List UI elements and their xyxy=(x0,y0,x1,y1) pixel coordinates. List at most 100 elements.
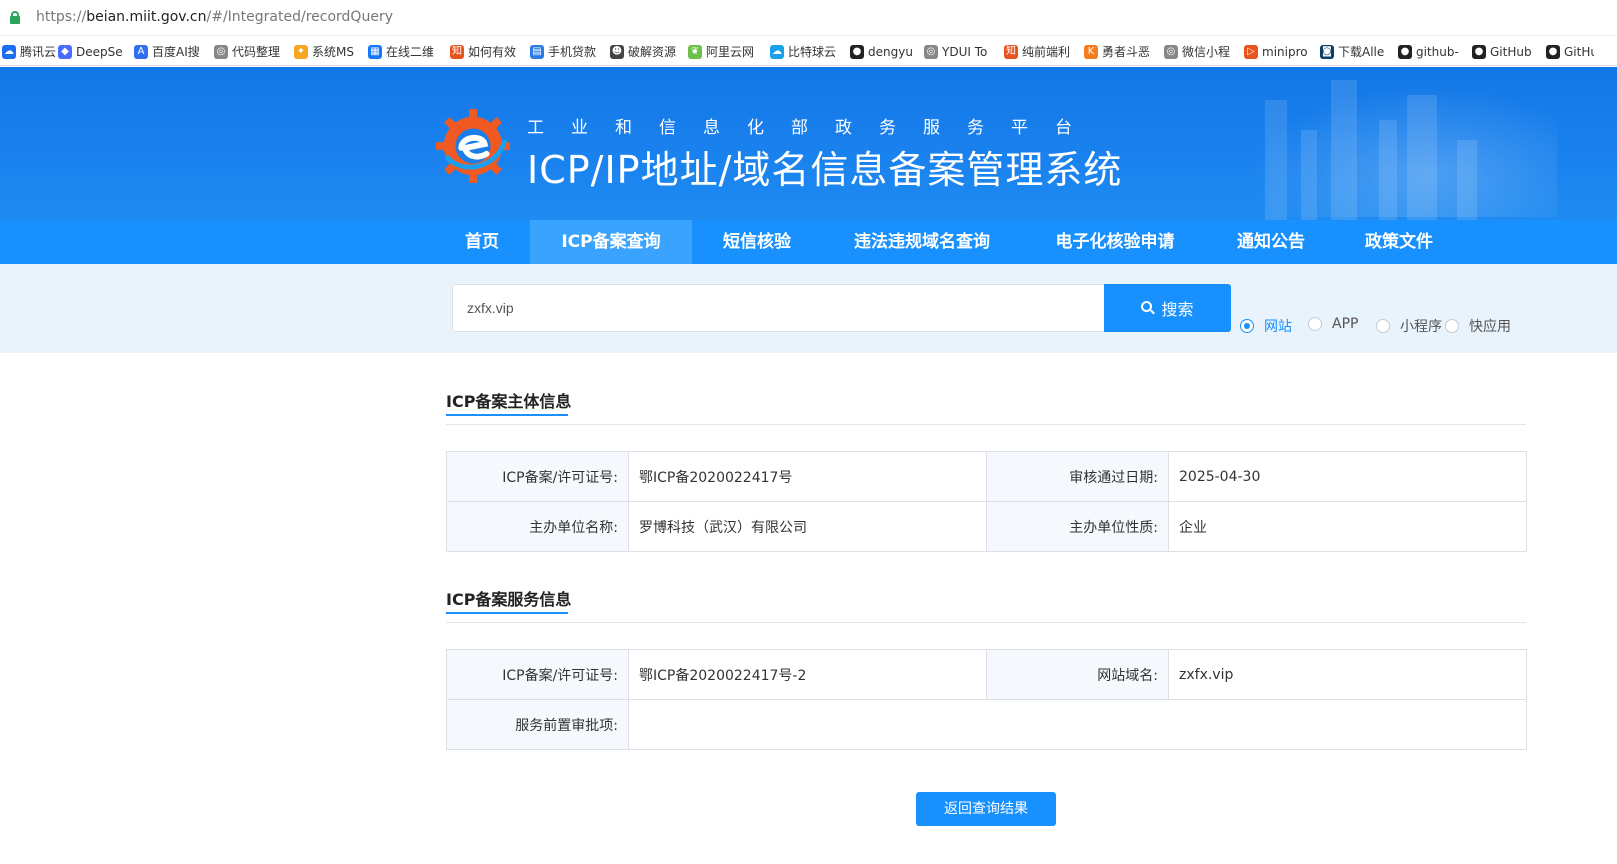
address-bar[interactable]: https://beian.miit.gov.cn/#/Integrated/r… xyxy=(0,0,1617,36)
url-text[interactable]: https://beian.miit.gov.cn/#/Integrated/r… xyxy=(36,9,393,25)
service-info-title: ICP备案服务信息 xyxy=(446,590,572,609)
bookmark-label: 纯前端利 xyxy=(1022,45,1071,59)
github-icon: ● xyxy=(850,44,864,59)
nav-policy-docs[interactable]: 政策文件 xyxy=(1356,220,1442,264)
table-row: 主办单位名称: 罗博科技（武汉）有限公司 主办单位性质: 企业 xyxy=(446,501,1527,552)
nav-illegal-domain-query[interactable]: 违法违规域名查询 xyxy=(838,220,1006,264)
search-button-label: 搜索 xyxy=(1161,300,1194,319)
bookmark-label: YDUI To xyxy=(942,44,988,59)
globe-icon: ◎ xyxy=(924,44,938,59)
search-input[interactable]: zxfx.vip xyxy=(452,284,1104,332)
section-divider xyxy=(446,424,1526,425)
bookmark-item[interactable]: ● GitHu xyxy=(1544,42,1594,62)
bookmark-label: 在线二维 xyxy=(386,45,435,59)
service-license-label: ICP备案/许可证号: xyxy=(446,649,629,700)
approve-date-label: 审核通过日期: xyxy=(986,451,1169,502)
table-row: ICP备案/许可证号: 鄂ICP备2020022417号 审核通过日期: 202… xyxy=(446,451,1527,502)
table-row: 服务前置审批项: xyxy=(446,699,1527,750)
radio-app[interactable]: APP xyxy=(1308,316,1358,332)
service-license-value: 鄂ICP备2020022417号-2 xyxy=(628,649,987,700)
bookmark-item[interactable]: ● GitHub xyxy=(1470,42,1544,62)
tool-icon: ✦ xyxy=(294,44,308,59)
tencent-icon: ☁ xyxy=(2,44,16,59)
globe-icon: ◎ xyxy=(1164,44,1178,59)
bookmark-label: 百度AI搜 xyxy=(152,45,200,59)
bookmark-label: 勇者斗恶 xyxy=(1102,45,1151,59)
pre-approval-label: 服务前置审批项: xyxy=(446,699,629,750)
minipro-icon: ▷ xyxy=(1244,44,1258,59)
nav-e-verify-apply[interactable]: 电子化核验申请 xyxy=(1040,220,1190,264)
bookmark-label: GitHu xyxy=(1564,44,1594,59)
bookmark-item[interactable]: ◆ DeepSe xyxy=(56,42,132,62)
domain-label: 网站域名: xyxy=(986,649,1169,700)
radio-website[interactable]: 网站 xyxy=(1240,316,1292,336)
pre-approval-value xyxy=(628,699,1527,750)
bookmark-label: 代码整理 xyxy=(232,45,281,59)
radio-dot xyxy=(1240,319,1254,333)
bookmark-label: dengyu xyxy=(868,44,913,59)
bookmark-label: minipro xyxy=(1262,44,1308,59)
bookmarks-bar: ☁腾讯云AI◆DeepSeA百度AI搜◎代码整理✦系统MS▦在线二维知如何有效▤… xyxy=(0,38,1617,66)
leaf-icon: ❦ xyxy=(688,44,702,59)
bookmark-item[interactable]: K 勇者斗恶 xyxy=(1082,42,1162,62)
bookmark-item[interactable]: ▤ 手机贷款 xyxy=(528,42,608,62)
bookmark-item[interactable]: ▷ minipro xyxy=(1242,42,1318,62)
radio-mini-program[interactable]: 小程序 xyxy=(1376,316,1442,336)
service-info-table: ICP备案/许可证号: 鄂ICP备2020022417号-2 网站域名: zxf… xyxy=(446,649,1527,750)
bookmark-item[interactable]: 知如何有效 xyxy=(448,42,528,62)
subject-info-table: ICP备案/许可证号: 鄂ICP备2020022417号 审核通过日期: 202… xyxy=(446,451,1527,552)
radio-dot xyxy=(1376,319,1390,333)
bookmark-item[interactable]: ✦ 系统MS xyxy=(292,42,366,62)
org-type-value: 企业 xyxy=(1168,501,1527,552)
qr-icon: ▦ xyxy=(368,44,382,59)
nav-home[interactable]: 首页 xyxy=(452,220,512,264)
bookmark-label: 下载Alle xyxy=(1338,45,1385,59)
github-icon: ● xyxy=(1546,44,1560,59)
domain-value: zxfx.vip xyxy=(1168,649,1527,700)
section-divider xyxy=(446,622,1526,623)
table-row: ICP备案/许可证号: 鄂ICP备2020022417号-2 网站域名: zxf… xyxy=(446,649,1527,700)
section-underline xyxy=(446,612,568,614)
subject-info-title: ICP备案主体信息 xyxy=(446,392,572,411)
bookmark-label: DeepSe xyxy=(76,44,123,59)
bookmark-item[interactable]: ☁ 比特球云 xyxy=(768,42,848,62)
org-name-value: 罗博科技（武汉）有限公司 xyxy=(628,501,987,552)
bookmark-item[interactable]: ▦ 在线二维 xyxy=(366,42,448,62)
search-button[interactable]: 搜索 xyxy=(1104,284,1231,332)
deepseek-icon: ◆ xyxy=(58,44,72,59)
bookmark-item[interactable]: A 百度AI搜 xyxy=(132,42,212,62)
bookmark-label: GitHub xyxy=(1490,44,1532,59)
bookmark-item[interactable]: ● dengyu xyxy=(848,42,922,62)
approve-date-value: 2025-04-30 xyxy=(1168,451,1527,502)
radio-dot xyxy=(1308,317,1322,331)
nav-sms-verify[interactable]: 短信核验 xyxy=(707,220,807,264)
bookmark-item[interactable]: ❦ 阿里云网 xyxy=(686,42,768,62)
bookmark-item[interactable]: ◙ 下载Alle xyxy=(1318,42,1396,62)
bookmark-item[interactable]: ◎ 代码整理 xyxy=(212,42,292,62)
section-underline xyxy=(446,414,568,416)
bookmark-item[interactable]: ☻ 破解资源 xyxy=(608,42,686,62)
banner-subtitle: 工业和信息化部政务服务平台 xyxy=(527,118,1099,138)
cloud-icon: ☁ xyxy=(770,44,784,59)
bookmark-item[interactable]: ☁ 腾讯云AI xyxy=(0,42,56,62)
radio-quick-app[interactable]: 快应用 xyxy=(1445,316,1511,336)
nav-icp-query[interactable]: ICP备案查询 xyxy=(530,220,692,264)
github-icon: ● xyxy=(1472,44,1486,59)
radio-dot xyxy=(1445,319,1459,333)
org-name-label: 主办单位名称: xyxy=(446,501,629,552)
search-icon xyxy=(1141,301,1156,315)
license-value: 鄂ICP备2020022417号 xyxy=(628,451,987,502)
back-to-results-button[interactable]: 返回查询结果 xyxy=(916,792,1056,826)
bookmark-label: 腾讯云AI xyxy=(20,45,56,59)
skull-icon: ☻ xyxy=(610,44,624,59)
zhihu-icon: 知 xyxy=(1004,44,1018,59)
bookmark-item[interactable]: ◎ YDUI To xyxy=(922,42,1002,62)
bookmark-item[interactable]: 知纯前端利 xyxy=(1002,42,1082,62)
banner-title: ICP/IP地址/域名信息备案管理系统 xyxy=(527,148,1123,192)
bookmark-label: 破解资源 xyxy=(628,45,677,59)
bookmark-item[interactable]: ● github- xyxy=(1396,42,1470,62)
bookmark-label: github- xyxy=(1416,44,1459,59)
bookmark-item[interactable]: ◎ 微信小程 xyxy=(1162,42,1242,62)
nav-notices[interactable]: 通知公告 xyxy=(1228,220,1314,264)
org-type-label: 主办单位性质: xyxy=(986,501,1169,552)
